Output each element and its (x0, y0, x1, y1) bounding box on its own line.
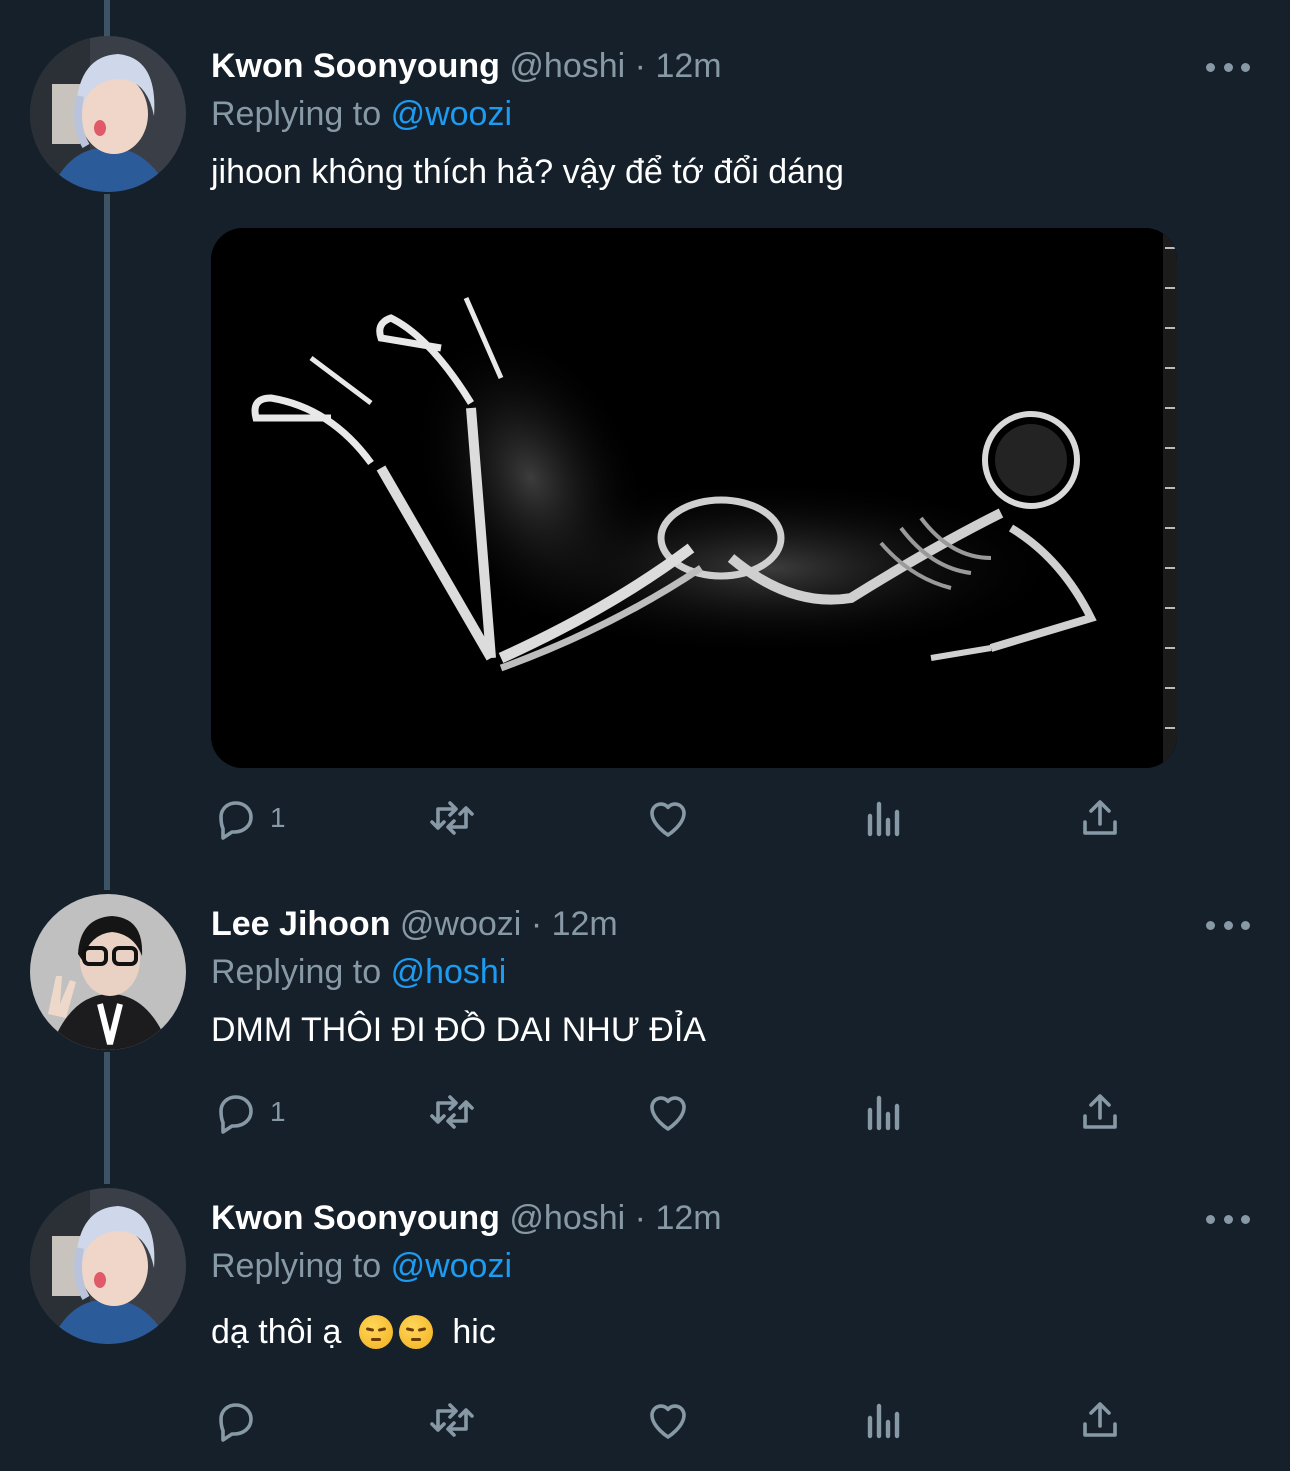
avatar-image-hoshi (30, 1188, 186, 1344)
reply-count: 1 (270, 802, 286, 833)
xray-image (211, 228, 1177, 768)
retweet-button[interactable] (428, 790, 476, 846)
tweet[interactable]: Kwon Soonyoung @hoshi · 12m Replying to … (0, 36, 1290, 866)
more-icon[interactable] (1206, 58, 1250, 76)
analytics-icon (867, 801, 900, 837)
heart-icon (650, 802, 686, 837)
tweet-text: DMM THÔI ĐI ĐỒ DAI NHƯ ĐỈA (211, 1011, 706, 1049)
reply-button[interactable] (212, 1392, 260, 1448)
retweet-button[interactable] (428, 1392, 476, 1448)
tweet[interactable]: Kwon Soonyoung @hoshi · 12m Replying to … (0, 1188, 1290, 1468)
heart-icon (650, 1404, 686, 1439)
replying-to: Replying to @hoshi (211, 944, 506, 1000)
replying-to: Replying to @woozi (211, 86, 512, 142)
display-name[interactable]: Kwon Soonyoung (211, 1199, 500, 1237)
mention-link[interactable]: @woozi (391, 1247, 512, 1285)
separator-dot: · (634, 47, 646, 85)
replying-to-label: Replying to (211, 953, 382, 991)
tweet-actions: 1 (0, 1084, 1290, 1140)
tweet-text: dạ thôi ạ hic (211, 1302, 496, 1362)
avatar-image-hoshi (30, 36, 186, 192)
tweet-image[interactable] (211, 228, 1177, 768)
reply-button[interactable]: 1 (212, 790, 286, 846)
retweet-icon (430, 1095, 474, 1129)
tweet-text: jihoon không thích hả? vậy để tớ đổi dán… (211, 153, 844, 191)
thread-line (104, 0, 110, 38)
tweet-actions: 1 (0, 790, 1290, 846)
pensive-face-emoji (398, 1315, 433, 1349)
mention-link[interactable]: @hoshi (391, 953, 507, 991)
mention-link[interactable]: @woozi (391, 95, 512, 133)
like-button[interactable] (644, 1392, 692, 1448)
reply-icon (219, 1403, 253, 1442)
separator-dot: · (634, 1199, 646, 1237)
share-icon (1083, 1402, 1117, 1437)
username[interactable]: @hoshi (509, 47, 625, 85)
more-icon[interactable] (1206, 916, 1250, 934)
share-button[interactable] (1076, 790, 1124, 846)
avatar[interactable] (30, 36, 186, 192)
reply-icon (219, 801, 253, 840)
display-name[interactable]: Kwon Soonyoung (211, 47, 500, 85)
retweet-button[interactable] (428, 1084, 476, 1140)
replying-to: Replying to @woozi (211, 1238, 512, 1294)
replying-to-label: Replying to (211, 1247, 382, 1285)
share-button[interactable] (1076, 1392, 1124, 1448)
timestamp[interactable]: 12m (655, 1199, 721, 1237)
avatar[interactable] (30, 894, 186, 1050)
retweet-icon (430, 1403, 474, 1437)
tweet[interactable]: Lee Jihoon @woozi · 12m Replying to @hos… (0, 894, 1290, 1164)
share-icon (1083, 1094, 1117, 1129)
display-name[interactable]: Lee Jihoon (211, 905, 390, 943)
analytics-icon (867, 1095, 900, 1131)
username[interactable]: @woozi (400, 905, 521, 943)
avatar[interactable] (30, 1188, 186, 1344)
like-button[interactable] (644, 790, 692, 846)
share-icon (1083, 800, 1117, 835)
share-button[interactable] (1076, 1084, 1124, 1140)
replying-to-label: Replying to (211, 95, 382, 133)
like-button[interactable] (644, 1084, 692, 1140)
tweet-actions (0, 1392, 1290, 1448)
timestamp[interactable]: 12m (552, 905, 618, 943)
retweet-icon (430, 801, 474, 835)
reply-button[interactable]: 1 (212, 1084, 286, 1140)
reply-icon (219, 1095, 253, 1134)
analytics-button[interactable] (860, 790, 908, 846)
analytics-button[interactable] (860, 1392, 908, 1448)
tweet-text-part: hic (452, 1313, 496, 1351)
heart-icon (650, 1096, 686, 1131)
username[interactable]: @hoshi (509, 1199, 625, 1237)
analytics-icon (867, 1403, 900, 1439)
separator-dot: · (530, 905, 543, 943)
tweet-text-part: dạ thôi ạ (211, 1313, 342, 1351)
analytics-button[interactable] (860, 1084, 908, 1140)
reply-count: 1 (270, 1096, 286, 1127)
more-icon[interactable] (1206, 1210, 1250, 1228)
timestamp[interactable]: 12m (655, 47, 721, 85)
pensive-face-emoji (358, 1315, 393, 1349)
avatar-image-woozi (30, 894, 186, 1050)
